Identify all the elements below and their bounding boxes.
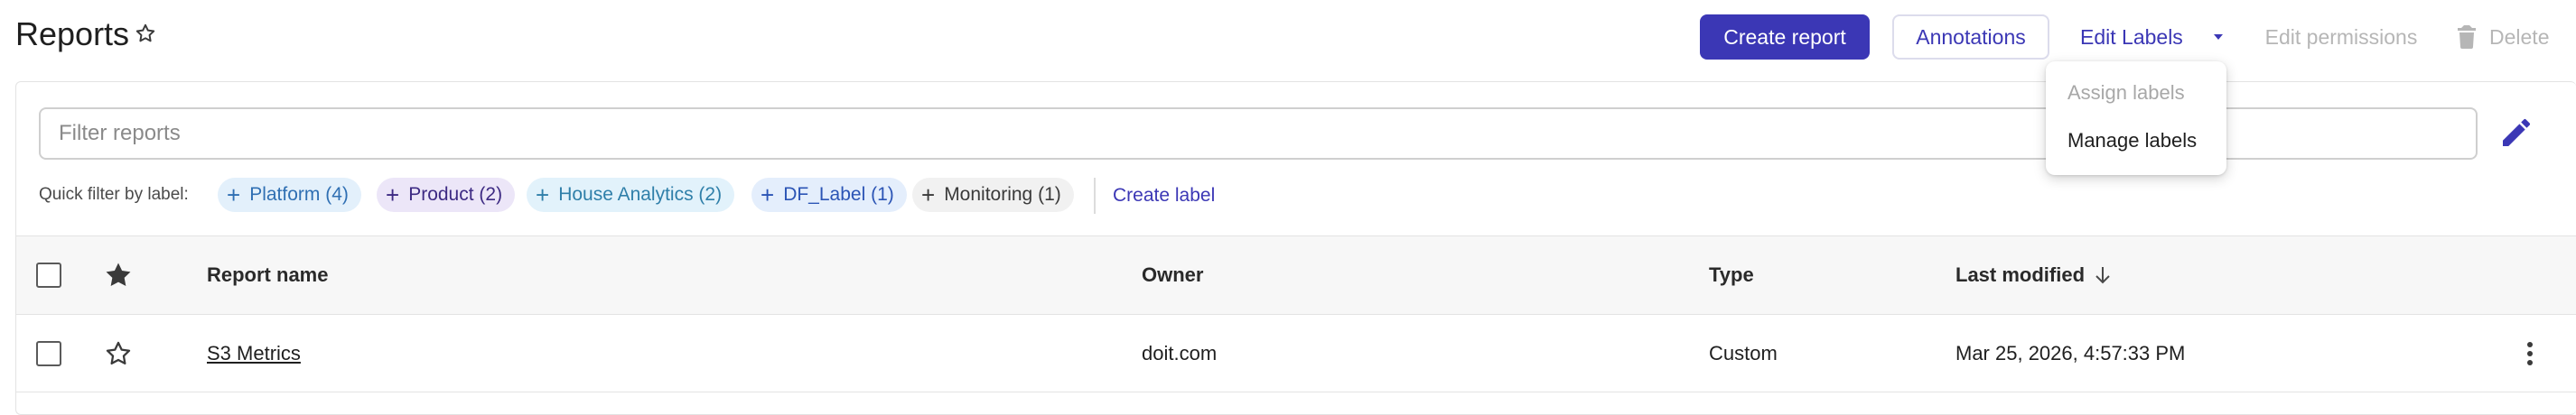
menu-item-manage-labels[interactable]: Manage labels <box>2067 129 2197 152</box>
chip-label: Monitoring (1) <box>944 184 1061 205</box>
plus-icon: + <box>386 181 400 208</box>
pencil-icon[interactable] <box>2498 115 2534 151</box>
label-chip-platform[interactable]: + Platform (4) <box>218 178 361 212</box>
plus-icon: + <box>761 181 775 208</box>
last-modified-cell: Mar 25, 2026, 4:57:33 PM <box>1955 341 2186 364</box>
delete-label: Delete <box>2489 24 2550 49</box>
row-favorite-cell <box>103 315 134 392</box>
quick-filter-row: Quick filter by label: + Platform (4) + … <box>39 178 2478 214</box>
chip-label: Platform (4) <box>249 184 349 205</box>
column-header-report-name[interactable]: Report name <box>207 236 328 314</box>
create-report-button[interactable]: Create report <box>1700 14 1870 60</box>
edit-labels-menu: Assign labels Manage labels <box>2046 61 2226 175</box>
label-chip-product[interactable]: + Product (2) <box>377 178 516 212</box>
divider <box>1094 178 1096 214</box>
column-header-type[interactable]: Type <box>1709 236 1754 314</box>
star-outline-icon[interactable] <box>103 338 134 369</box>
caret-down-icon <box>2214 34 2223 40</box>
edit-labels-button[interactable]: Edit Labels <box>2069 14 2232 60</box>
label-chip-df-label[interactable]: + DF_Label (1) <box>751 178 907 212</box>
more-vertical-icon[interactable] <box>2525 340 2534 367</box>
report-name-cell: S3 Metrics <box>207 315 301 392</box>
label-chip-monitoring[interactable]: + Monitoring (1) <box>912 178 1074 212</box>
page-title: Reports <box>15 15 130 52</box>
type-cell: Custom <box>1709 341 1778 364</box>
plus-icon: + <box>536 181 550 208</box>
trash-icon <box>2458 25 2476 49</box>
plus-icon: + <box>227 181 241 208</box>
row-checkbox[interactable] <box>36 340 61 366</box>
favorite-star-icon[interactable] <box>134 22 157 45</box>
chip-label: House Analytics (2) <box>558 184 723 205</box>
report-name-link[interactable]: S3 Metrics <box>207 342 301 365</box>
owner-cell: doit.com <box>1142 341 1218 364</box>
star-filled-icon[interactable] <box>103 260 134 290</box>
select-all-checkbox[interactable] <box>36 263 61 288</box>
create-label-link[interactable]: Create label <box>1113 185 1215 207</box>
edit-permissions-button[interactable]: Edit permissions <box>2251 14 2431 60</box>
select-all-cell <box>36 236 61 314</box>
delete-button[interactable]: Delete <box>2450 14 2567 60</box>
label-chip-house-analytics[interactable]: + House Analytics (2) <box>527 178 735 212</box>
table-row[interactable]: S3 Metrics doit.com Custom Mar 25, 2026,… <box>16 315 2576 392</box>
menu-item-assign-labels[interactable]: Assign labels <box>2067 81 2185 105</box>
table-header-row: Report name Owner Type Last modified <box>16 235 2576 315</box>
row-actions-cell <box>2525 315 2534 392</box>
quick-filter-label: Quick filter by label: <box>39 185 189 204</box>
arrow-down-icon <box>2095 267 2110 284</box>
chip-label: Product (2) <box>408 184 503 205</box>
last-modified-label: Last modified <box>1955 263 2086 286</box>
edit-labels-label: Edit Labels <box>2080 24 2183 49</box>
column-header-last-modified[interactable]: Last modified <box>1955 236 2112 314</box>
column-header-owner[interactable]: Owner <box>1142 236 1203 314</box>
chip-label: DF_Label (1) <box>783 184 894 205</box>
annotations-button[interactable]: Annotations <box>1892 14 2049 60</box>
favorite-header-cell <box>103 236 134 314</box>
row-select-cell <box>36 315 61 392</box>
plus-icon: + <box>921 181 936 208</box>
